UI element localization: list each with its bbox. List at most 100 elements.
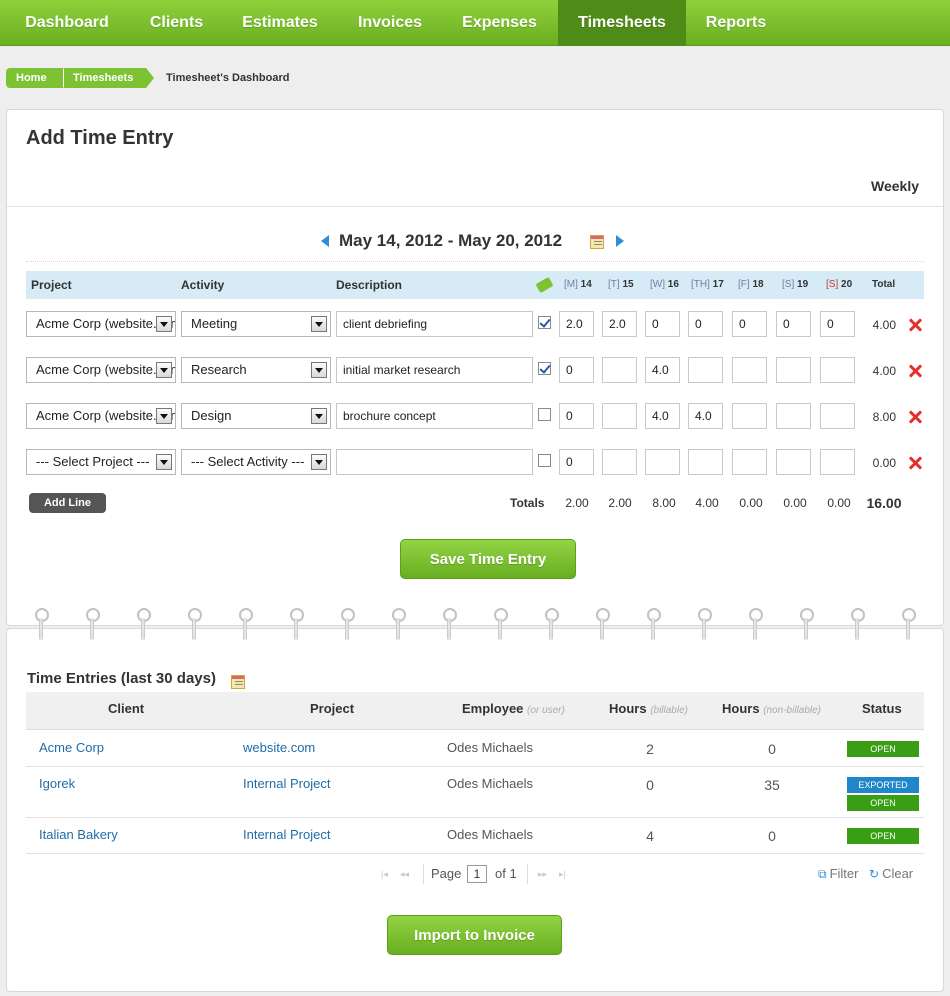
- hours-input-sat[interactable]: [776, 357, 811, 383]
- hours-input-sun[interactable]: 0: [820, 311, 855, 337]
- status-badge[interactable]: OPEN: [847, 741, 919, 757]
- spiral-ring: [544, 608, 559, 640]
- page-input[interactable]: 1: [467, 865, 487, 883]
- nav-tab-invoices[interactable]: Invoices: [340, 0, 440, 46]
- hours-input-tue[interactable]: [602, 449, 637, 475]
- status-badge[interactable]: OPEN: [847, 828, 919, 844]
- filter-button[interactable]: ⧉ Filter: [818, 866, 858, 882]
- chevron-down-icon[interactable]: [311, 408, 327, 424]
- status-badge[interactable]: EXPORTED: [847, 777, 919, 793]
- col-day-tue: [T] 15: [608, 279, 634, 290]
- next-page-icon[interactable]: ▸▸: [538, 869, 547, 880]
- col-hours-billable: Hours (billable): [609, 701, 688, 716]
- hours-input-sun[interactable]: [820, 403, 855, 429]
- next-week-icon[interactable]: [616, 235, 624, 247]
- billable-checkbox[interactable]: [538, 454, 551, 467]
- hours-input-wed[interactable]: 4.0: [645, 357, 680, 383]
- chevron-down-icon[interactable]: [156, 316, 172, 332]
- project-select[interactable]: Acme Corp (website.com): [26, 311, 176, 337]
- description-input[interactable]: initial market research: [336, 357, 533, 383]
- total-mon: 2.00: [565, 496, 589, 510]
- hours-input-sat[interactable]: [776, 403, 811, 429]
- billable-checkbox[interactable]: [538, 362, 551, 375]
- project-link[interactable]: Internal Project: [243, 776, 330, 791]
- description-input[interactable]: brochure concept: [336, 403, 533, 429]
- nav-tab-timesheets[interactable]: Timesheets: [558, 0, 686, 46]
- project-link[interactable]: website.com: [243, 740, 315, 755]
- hours-input-tue[interactable]: 2.0: [602, 311, 637, 337]
- hours-input-tue[interactable]: [602, 403, 637, 429]
- last-page-icon[interactable]: ▸|: [559, 869, 566, 880]
- view-mode-weekly[interactable]: Weekly: [871, 178, 919, 194]
- hours-input-wed[interactable]: [645, 449, 680, 475]
- nav-tab-estimates[interactable]: Estimates: [226, 0, 334, 46]
- delete-icon[interactable]: [908, 318, 922, 332]
- hours-input-wed[interactable]: 4.0: [645, 403, 680, 429]
- breadcrumb-timesheets[interactable]: Timesheets: [64, 68, 146, 88]
- hours-input-thu[interactable]: 4.0: [688, 403, 723, 429]
- hours-input-mon[interactable]: 0: [559, 357, 594, 383]
- hours-input-fri[interactable]: [732, 449, 767, 475]
- save-time-entry-button[interactable]: Save Time Entry: [400, 539, 576, 579]
- chevron-down-icon[interactable]: [311, 362, 327, 378]
- description-input[interactable]: [336, 449, 533, 475]
- hours-input-thu[interactable]: 0: [688, 311, 723, 337]
- chevron-down-icon[interactable]: [156, 454, 172, 470]
- calendar-icon[interactable]: [231, 675, 245, 689]
- hours-input-fri[interactable]: [732, 357, 767, 383]
- hours-input-fri[interactable]: [732, 403, 767, 429]
- employee-name: Odes Michaels: [447, 776, 533, 791]
- nav-tab-expenses[interactable]: Expenses: [446, 0, 553, 46]
- description-input[interactable]: client debriefing: [336, 311, 533, 337]
- project-link[interactable]: Internal Project: [243, 827, 330, 842]
- project-select[interactable]: Acme Corp (website.com): [26, 357, 176, 383]
- chevron-down-icon[interactable]: [311, 316, 327, 332]
- billable-checkbox[interactable]: [538, 408, 551, 421]
- breadcrumb-home[interactable]: Home: [6, 68, 64, 88]
- chevron-down-icon[interactable]: [156, 408, 172, 424]
- billable-checkbox[interactable]: [538, 316, 551, 329]
- hours-input-thu[interactable]: [688, 357, 723, 383]
- delete-icon[interactable]: [908, 364, 922, 378]
- col-day-wed: [W] 16: [650, 279, 679, 290]
- nav-tab-dashboard[interactable]: Dashboard: [6, 0, 128, 46]
- nav-tab-clients[interactable]: Clients: [133, 0, 220, 46]
- client-link[interactable]: Italian Bakery: [39, 827, 118, 842]
- prev-week-icon[interactable]: [321, 235, 329, 247]
- activity-select[interactable]: Meeting: [181, 311, 331, 337]
- project-select[interactable]: --- Select Project ---: [26, 449, 176, 475]
- delete-icon[interactable]: [908, 410, 922, 424]
- first-page-icon[interactable]: |◂: [381, 869, 388, 880]
- clear-button[interactable]: ↻ Clear: [869, 866, 913, 881]
- hours-input-tue[interactable]: [602, 357, 637, 383]
- refresh-icon: ↻: [869, 867, 880, 881]
- col-status: Status: [862, 701, 902, 716]
- prev-page-icon[interactable]: ◂◂: [400, 869, 409, 880]
- hours-input-mon[interactable]: 0: [559, 449, 594, 475]
- chevron-down-icon[interactable]: [156, 362, 172, 378]
- hours-input-wed[interactable]: 0: [645, 311, 680, 337]
- hours-input-sun[interactable]: [820, 449, 855, 475]
- client-link[interactable]: Igorek: [39, 776, 75, 791]
- hours-input-sat[interactable]: 0: [776, 311, 811, 337]
- client-link[interactable]: Acme Corp: [39, 740, 104, 755]
- hours-input-mon[interactable]: 0: [559, 403, 594, 429]
- activity-select[interactable]: Research: [181, 357, 331, 383]
- nav-tab-reports[interactable]: Reports: [691, 0, 781, 46]
- hours-input-sat[interactable]: [776, 449, 811, 475]
- spiral-ring: [34, 608, 49, 640]
- hours-input-fri[interactable]: 0: [732, 311, 767, 337]
- activity-select[interactable]: --- Select Activity ---: [181, 449, 331, 475]
- delete-icon[interactable]: [908, 456, 922, 470]
- hours-input-thu[interactable]: [688, 449, 723, 475]
- hours-input-mon[interactable]: 2.0: [559, 311, 594, 337]
- hours-input-sun[interactable]: [820, 357, 855, 383]
- calendar-icon[interactable]: [590, 235, 604, 249]
- status-badge[interactable]: OPEN: [847, 795, 919, 811]
- import-to-invoice-button[interactable]: Import to Invoice: [387, 915, 562, 955]
- page-label: Page: [431, 866, 462, 881]
- add-line-button[interactable]: Add Line: [29, 493, 106, 513]
- chevron-down-icon[interactable]: [311, 454, 327, 470]
- project-select[interactable]: Acme Corp (website.com): [26, 403, 176, 429]
- activity-select[interactable]: Design: [181, 403, 331, 429]
